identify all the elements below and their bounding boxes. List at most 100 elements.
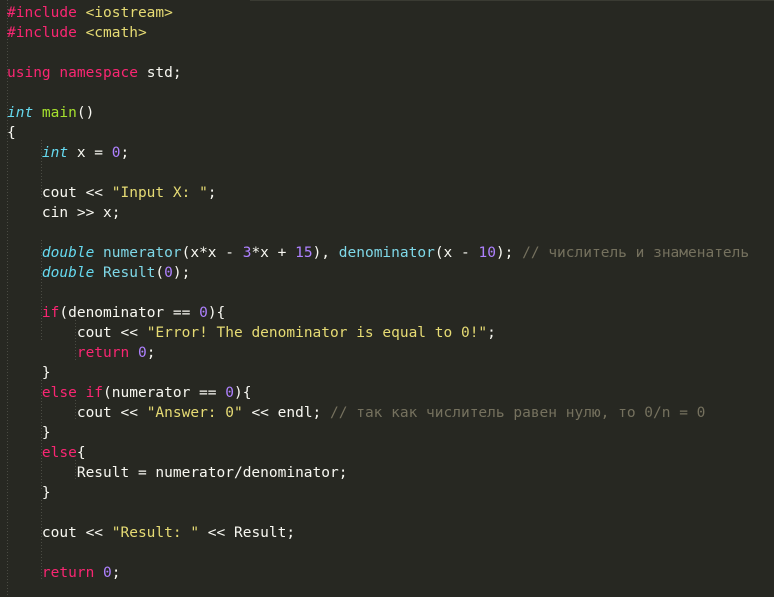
code-token-type: double (41, 245, 104, 261)
code-token-pl: { (7, 125, 16, 141)
code-line[interactable]: using namespace std; (7, 63, 749, 83)
code-token-pl: (x - (434, 245, 479, 261)
code-token-num: 15 (295, 245, 313, 261)
code-token-pl: (numerator == (103, 385, 226, 401)
code-token-pl: ; (207, 185, 217, 201)
code-token-num: 0 (103, 565, 112, 581)
code-token-str: "Input X: " (111, 185, 208, 201)
code-token-kw: using namespace (7, 65, 147, 81)
code-line[interactable]: return 0; (7, 563, 749, 583)
code-token-kw: #include (7, 5, 86, 21)
code-token-kw: return (76, 345, 138, 361)
code-line[interactable]: cout << "Result: " << Result; (7, 523, 749, 543)
code-token-str: <cmath> (85, 25, 147, 41)
code-token-cmt: // числитель и знаменатель (522, 245, 750, 261)
code-token-pl: ), (312, 245, 339, 261)
code-token-num: 0 (225, 385, 234, 401)
code-token-type: int (7, 105, 42, 121)
code-token-pl: << endl; (242, 405, 331, 421)
code-token-pl: ; (111, 565, 121, 581)
code-line[interactable]: cin >> x; (7, 203, 749, 223)
code-token-var: numerator (103, 245, 182, 261)
code-token-pl: } (7, 485, 51, 501)
code-token-str: <iostream> (85, 5, 173, 21)
code-token-pl: ( (155, 265, 165, 281)
code-token-pl: std; (146, 65, 182, 81)
code-token-pl: cout << (7, 525, 112, 541)
code-line[interactable] (7, 283, 749, 303)
code-token-type: int (41, 145, 77, 161)
code-line[interactable]: } (7, 363, 749, 383)
code-line[interactable]: #include <cmath> (7, 23, 749, 43)
code-editor[interactable]: #include <iostream> #include <cmath> usin… (0, 0, 774, 597)
code-line[interactable]: cout << "Answer: 0" << endl; // так как … (7, 403, 749, 423)
code-token-pl: ); (495, 245, 523, 261)
code-token-num: 0 (199, 305, 208, 321)
code-token-num: 0 (137, 345, 147, 361)
code-token-pl: << Result; (199, 525, 296, 541)
code-token-pl: } (7, 365, 51, 381)
code-token-type: double (41, 265, 104, 281)
code-token-str: "Answer: 0" (146, 405, 243, 421)
code-line[interactable] (7, 43, 749, 63)
code-token-pl: cin >> x; (7, 205, 121, 221)
code-token-fn: main (41, 105, 77, 121)
code-line[interactable]: Result = numerator/denominator; (7, 463, 749, 483)
code-line[interactable] (7, 543, 749, 563)
code-token-pl: *x + (251, 245, 296, 261)
code-line[interactable] (7, 503, 749, 523)
code-line[interactable]: double numerator(x*x - 3*x + 15), denomi… (7, 243, 749, 263)
code-line[interactable] (7, 583, 749, 597)
code-token-kw: if (41, 305, 60, 321)
code-text-surface[interactable]: #include <iostream> #include <cmath> usin… (0, 0, 749, 597)
code-token-pl: ){ (207, 305, 226, 321)
code-line[interactable]: #include <iostream> (7, 3, 749, 23)
code-token-pl: ); (172, 265, 191, 281)
code-token-str: "Error! The denominator is equal to 0!" (146, 325, 488, 341)
code-token-kw: #include (7, 25, 86, 41)
code-line[interactable]: return 0; (7, 343, 749, 363)
code-token-cmt: // так как числитель равен нулю, то 0/n … (330, 405, 706, 421)
code-token-pl: (denominator == (59, 305, 200, 321)
code-token-kw: return (41, 565, 104, 581)
code-token-pl: Result = numerator/denominator; (7, 465, 348, 481)
code-line[interactable] (7, 163, 749, 183)
code-line[interactable]: } (7, 483, 749, 503)
code-token-pl: (x*x - (181, 245, 243, 261)
code-line[interactable]: } (7, 423, 749, 443)
code-token-pl: ; (487, 325, 496, 341)
code-line[interactable] (7, 83, 749, 103)
code-token-pl: () (76, 105, 95, 121)
code-token-var: denominator (338, 245, 435, 261)
code-token-pl: ; (120, 145, 130, 161)
code-line[interactable]: int main() (7, 103, 749, 123)
code-token-pl: { (76, 445, 86, 461)
code-token-pl: x = (76, 145, 112, 161)
code-token-var: Result (103, 265, 156, 281)
code-token-kw: else (41, 445, 77, 461)
code-token-pl: cout << (7, 325, 147, 341)
code-token-num: 0 (111, 145, 121, 161)
code-line[interactable]: if(denominator == 0){ (7, 303, 749, 323)
code-token-pl: cout << (7, 405, 147, 421)
code-token-num: 10 (478, 245, 496, 261)
code-line[interactable]: cout << "Error! The denominator is equal… (7, 323, 749, 343)
code-token-pl: ){ (233, 385, 252, 401)
code-line[interactable]: int x = 0; (7, 143, 749, 163)
code-line[interactable]: cout << "Input X: "; (7, 183, 749, 203)
code-line[interactable]: else if(numerator == 0){ (7, 383, 749, 403)
code-line[interactable]: double Result(0); (7, 263, 749, 283)
code-token-kw: else if (41, 385, 104, 401)
code-line[interactable] (7, 223, 749, 243)
code-token-pl: } (7, 425, 51, 441)
code-line[interactable]: else{ (7, 443, 749, 463)
code-line[interactable]: { (7, 123, 749, 143)
